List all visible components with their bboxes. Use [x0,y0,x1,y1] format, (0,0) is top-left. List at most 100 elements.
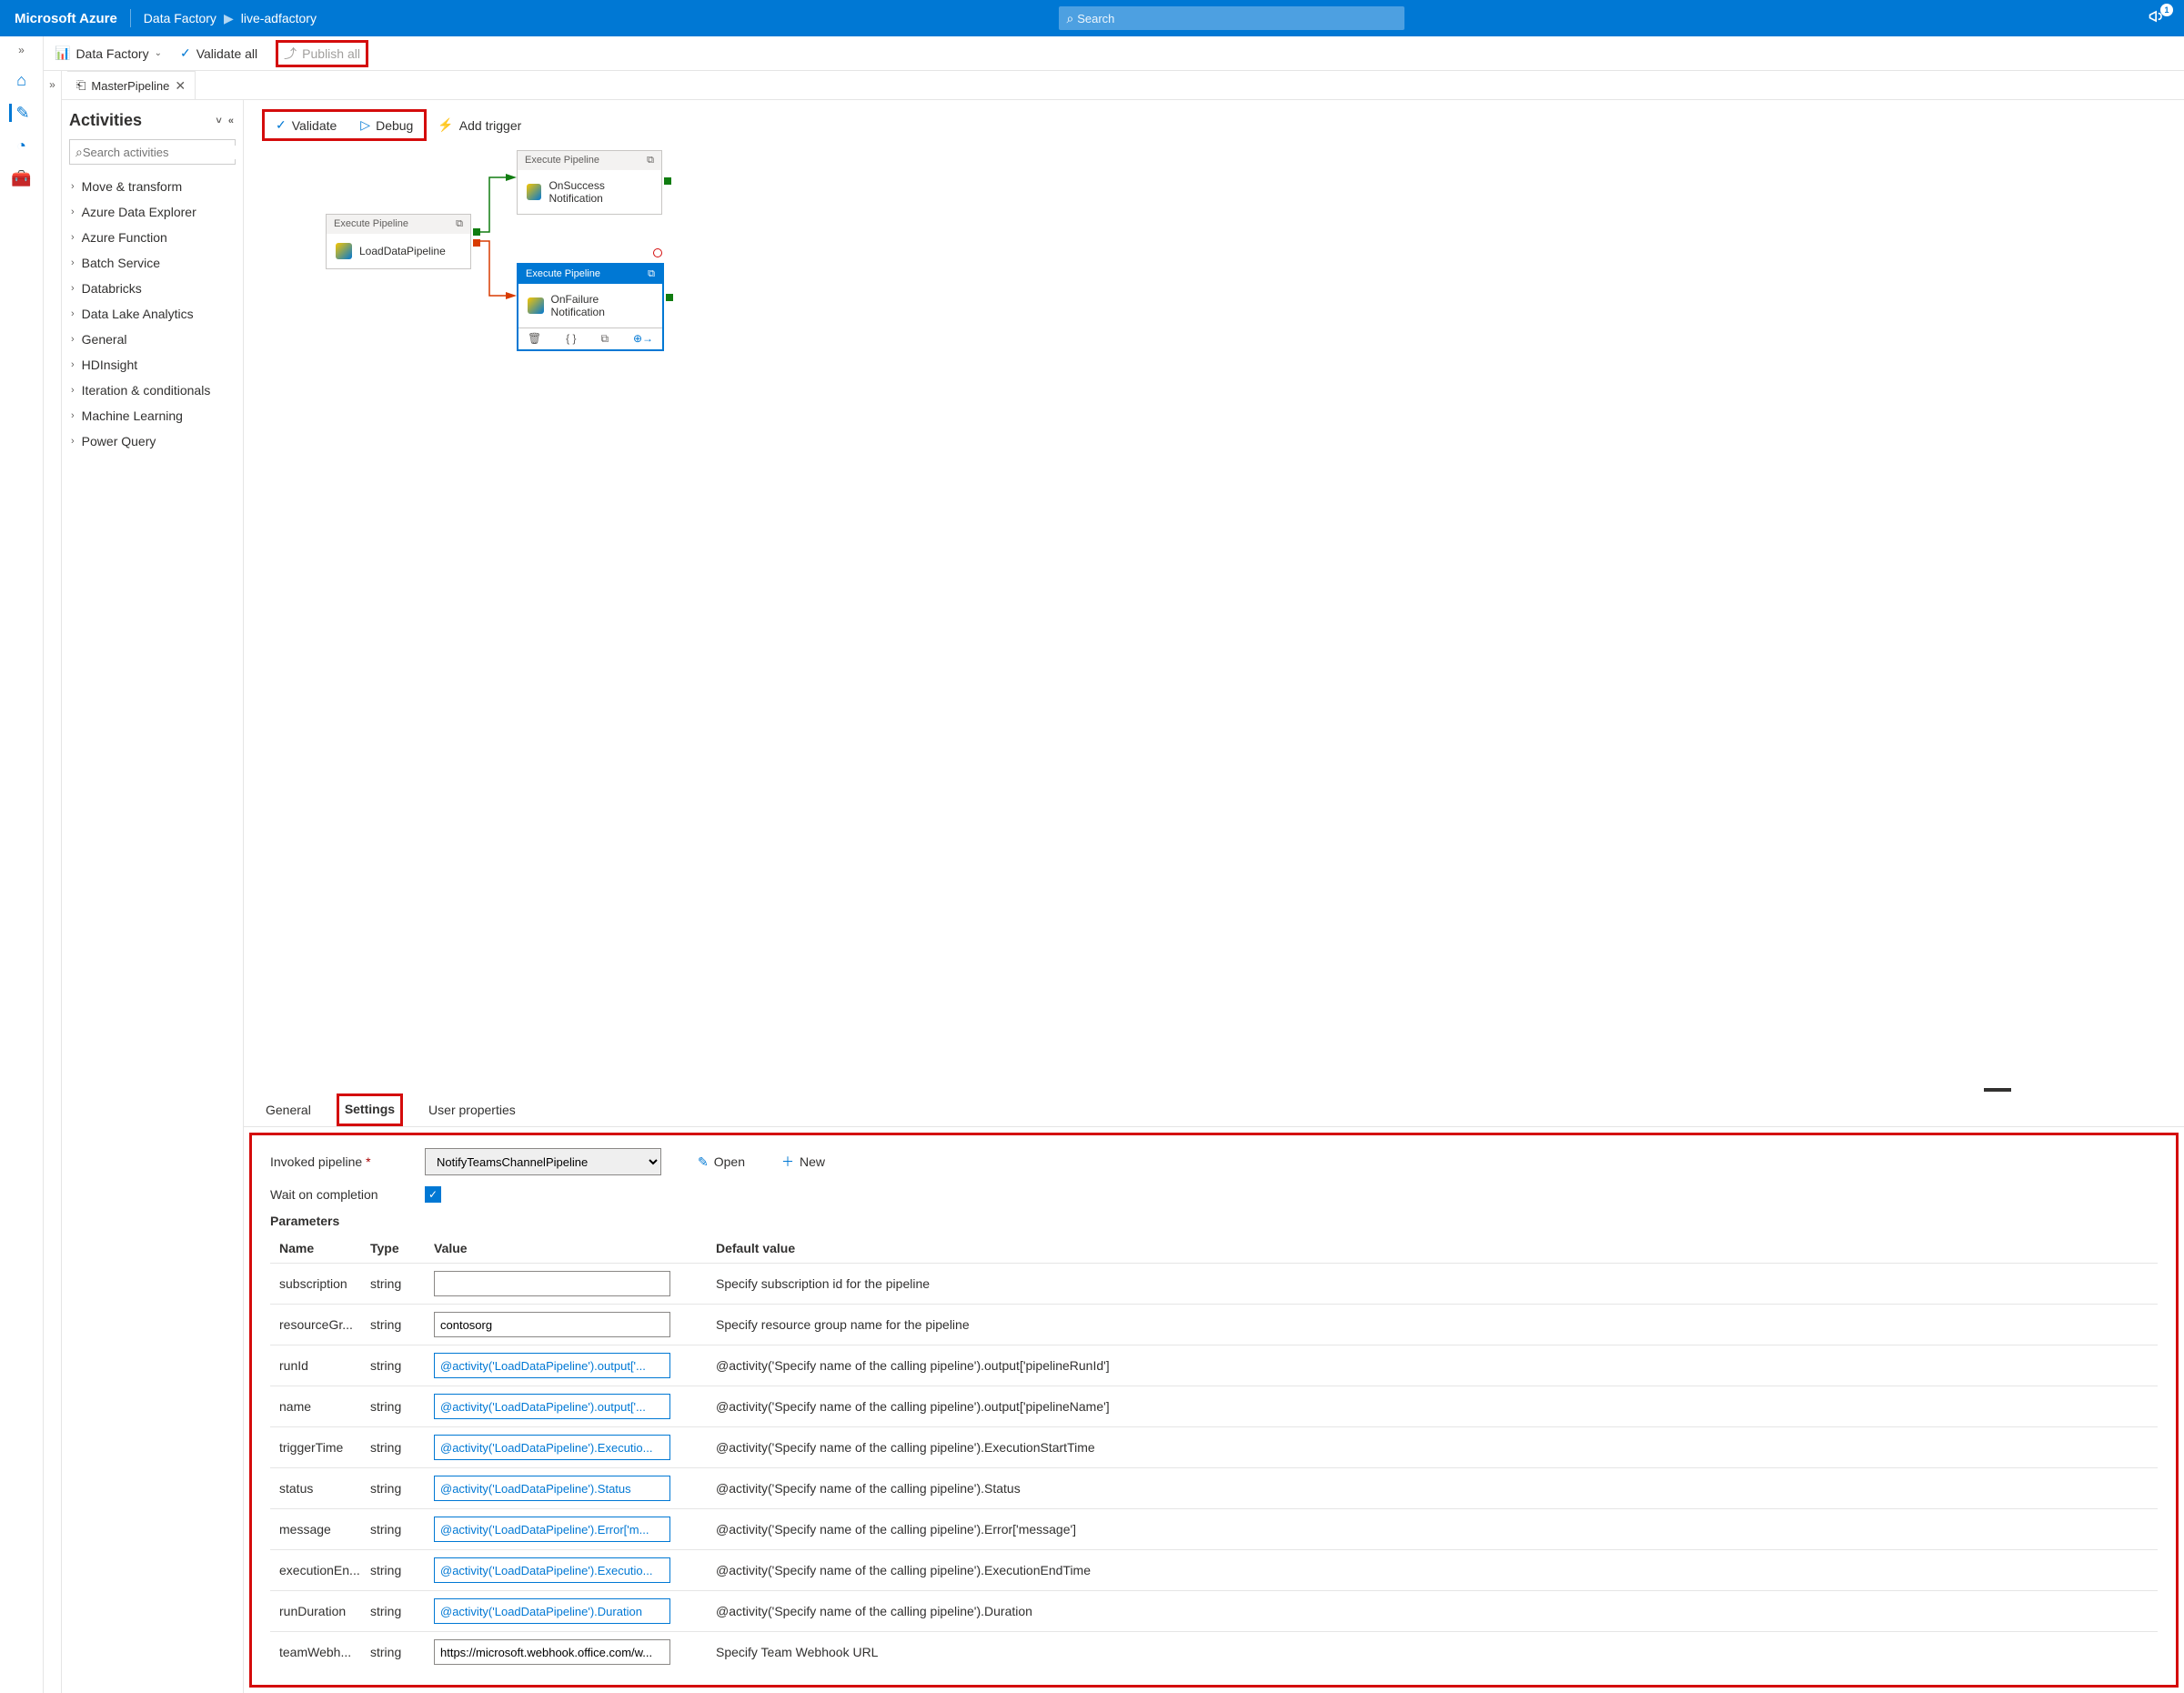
panel-resize-handle[interactable] [1984,1088,2011,1092]
node-label: OnFailure Notification [551,293,653,318]
notifications-button[interactable]: 1 [2148,7,2169,29]
wait-on-completion-checkbox[interactable]: ✓ [425,1186,441,1203]
activity-category[interactable]: ›Move & transform [69,174,236,199]
connector-success [478,177,517,241]
param-value-input[interactable] [434,1517,670,1542]
activities-search-input[interactable] [83,146,243,159]
param-type: string [370,1645,434,1659]
factory-toolbar: 📊 Data Factory ⌄ ✓ Validate all ⤴ Publis… [44,36,2184,71]
popout-icon[interactable]: ⧉ [647,155,654,166]
activities-search[interactable]: ⌕ [69,139,236,165]
failure-output-port[interactable] [473,239,480,247]
brand-label[interactable]: Microsoft Azure [15,11,117,26]
invoked-pipeline-label: Invoked pipeline * [270,1154,425,1169]
param-value-input[interactable] [434,1271,670,1296]
table-row: namestring@activity('Specify name of the… [270,1386,2158,1426]
add-output-icon[interactable]: ⊕→ [633,332,653,346]
home-icon[interactable]: ⌂ [13,71,31,89]
tab-user-properties[interactable]: User properties [425,1093,519,1126]
property-tabs: General Settings User properties [244,1093,2184,1127]
validate-button[interactable]: ✓Validate [270,114,342,136]
tab-masterpipeline[interactable]: ⎗ MasterPipeline ✕ [67,71,196,100]
pipeline-icon [336,243,352,259]
success-output-port[interactable] [473,228,480,236]
activity-category[interactable]: ›Azure Function [69,225,236,250]
open-pipeline-button[interactable]: ✎Open [698,1153,745,1171]
param-default: @activity('Specify name of the calling p… [716,1399,2149,1414]
debug-button[interactable]: ▷Debug [355,114,418,136]
param-value-input[interactable] [434,1435,670,1460]
activity-category[interactable]: ›Power Query [69,428,236,454]
param-value-input[interactable] [434,1557,670,1583]
factory-selector[interactable]: 📊 Data Factory ⌄ [55,45,162,61]
activity-category[interactable]: ›Azure Data Explorer [69,199,236,225]
tab-general[interactable]: General [262,1093,315,1126]
param-value-input[interactable] [434,1353,670,1378]
activity-category[interactable]: ›Batch Service [69,250,236,276]
publish-all-button[interactable]: ⤴ Publish all [276,40,368,67]
activity-category[interactable]: ›Machine Learning [69,403,236,428]
invoked-pipeline-select[interactable]: NotifyTeamsChannelPipeline [425,1148,661,1175]
activity-category[interactable]: ›General [69,327,236,352]
activities-panel: Activities ˅ « ⌕ ›Move & transform›Azure… [62,100,244,1693]
add-trigger-button[interactable]: ⚡ Add trigger [432,114,527,136]
trigger-label: Add trigger [459,118,521,133]
check-icon: ✓ [276,117,287,133]
monitor-icon[interactable]: ◔ [13,136,31,155]
success-output-port[interactable] [664,177,671,185]
chevron-right-icon: › [71,308,75,319]
param-value-input[interactable] [434,1394,670,1419]
activity-category[interactable]: ›Data Lake Analytics [69,301,236,327]
parameters-heading: Parameters [270,1214,2158,1228]
collapse-icons[interactable]: ˅ « [216,116,236,126]
param-name: triggerTime [279,1440,370,1455]
new-pipeline-button[interactable]: ＋New [781,1153,825,1171]
param-type: string [370,1522,434,1537]
pipeline-canvas[interactable]: Execute Pipeline⧉ LoadDataPipeline Execu… [244,150,2184,1093]
expand-explorer-button[interactable]: » [44,71,62,1693]
node-loaddatapipeline[interactable]: Execute Pipeline⧉ LoadDataPipeline [326,214,471,269]
delete-icon[interactable]: 🗑 [528,332,541,346]
activity-category[interactable]: ›HDInsight [69,352,236,378]
expand-rail-icon[interactable]: » [18,44,25,56]
node-label: OnSuccess Notification [549,179,652,205]
connector-failure [478,241,517,305]
search-icon: ⌕ [75,145,83,160]
category-label: Iteration & conditionals [82,383,211,398]
node-onfailure[interactable]: Execute Pipeline⧉ OnFailure Notification… [517,263,664,351]
author-icon[interactable]: ✎ [9,104,31,122]
manage-icon[interactable]: 🧰 [13,169,31,187]
breakpoint-marker[interactable] [653,248,662,257]
breadcrumb-live-adfactory[interactable]: live-adfactory [241,11,317,25]
activity-category[interactable]: ›Databricks [69,276,236,301]
validate-all-button[interactable]: ✓ Validate all [180,45,257,61]
param-default: @activity('Specify name of the calling p… [716,1358,2149,1373]
edit-icon: ✎ [698,1154,709,1170]
search-icon: ⌕ [1066,11,1073,26]
popout-icon[interactable]: ⧉ [648,268,655,280]
breadcrumb-separator-icon: ▶ [224,11,234,26]
node-onsuccess[interactable]: Execute Pipeline⧉ OnSuccess Notification [517,150,662,215]
new-label: New [800,1154,825,1169]
table-row: triggerTimestring@activity('Specify name… [270,1426,2158,1467]
trigger-icon: ⚡ [438,117,453,133]
param-value-input[interactable] [434,1598,670,1624]
search-input[interactable] [1077,12,1397,25]
factory-icon: 📊 [55,45,70,61]
param-value-input[interactable] [434,1476,670,1501]
param-value-input[interactable] [434,1312,670,1337]
param-value-input[interactable] [434,1639,670,1665]
param-name: resourceGr... [279,1317,370,1332]
activities-heading: Activities ˅ « [69,111,236,130]
code-icon[interactable]: { } [566,332,576,346]
copy-icon[interactable]: ⧉ [600,332,609,346]
close-icon[interactable]: ✕ [175,78,186,94]
breadcrumb-data-factory[interactable]: Data Factory [144,11,216,25]
pipeline-icon [528,297,544,314]
global-search[interactable]: ⌕ [1059,6,1404,30]
factory-label: Data Factory [75,46,148,61]
popout-icon[interactable]: ⧉ [456,218,463,230]
tab-settings[interactable]: Settings [337,1093,403,1126]
success-output-port[interactable] [666,294,673,301]
activity-category[interactable]: ›Iteration & conditionals [69,378,236,403]
